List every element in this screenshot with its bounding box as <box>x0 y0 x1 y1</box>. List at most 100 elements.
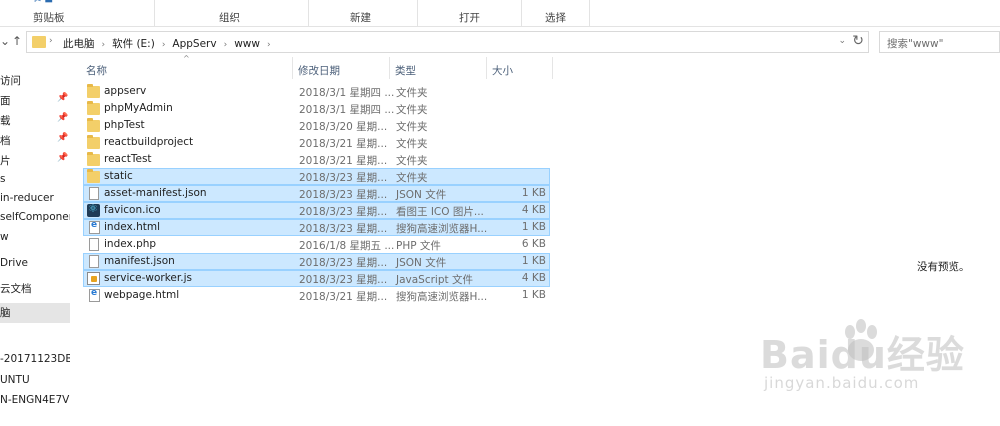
address-row: ⌄ ↑ › 此电脑 › 软件 (E:) › AppServ › www › ⌄ ↻ 搜索"ww… <box>0 27 1000 57</box>
file-row[interactable]: asset-manifest.json 2018/3/23 星期... JSON 文… <box>83 185 550 202</box>
file-name: reactbuildproject <box>104 136 194 148</box>
column-divider[interactable] <box>486 57 487 79</box>
nav-item-this-pc[interactable]: 脑 <box>0 303 70 323</box>
nav-item-w[interactable]: w <box>0 229 70 247</box>
chevron-right-icon[interactable]: › <box>224 40 228 50</box>
column-divider[interactable] <box>552 57 553 79</box>
watermark-url: jingyan.baidu.com <box>764 374 920 392</box>
folder-icon <box>87 152 100 166</box>
nav-item-reducer[interactable]: in-reducer <box>0 190 70 208</box>
file-name: index.html <box>104 221 160 233</box>
chevron-right-icon[interactable]: › <box>49 36 53 46</box>
breadcrumb: 此电脑 › 软件 (E:) › AppServ › www › <box>63 36 278 51</box>
column-header-date[interactable]: 修改日期 <box>298 63 340 78</box>
search-input[interactable]: 搜索"www" <box>879 31 1000 53</box>
file-row[interactable]: webpage.html 2018/3/21 星期... 搜狗高速浏览器H... 1 … <box>83 287 550 304</box>
file-size: 1 KB <box>521 221 546 233</box>
file-row[interactable]: phpTest 2018/3/20 星期... 文件夹 <box>83 117 550 134</box>
file-name: webpage.html <box>104 289 180 301</box>
chevron-right-icon[interactable]: › <box>162 40 166 50</box>
nav-item-documents[interactable]: 档 📌 <box>0 131 70 149</box>
file-row[interactable]: static 2018/3/23 星期... 文件夹 <box>83 168 550 185</box>
file-type: JSON 文件 <box>396 257 447 269</box>
search-placeholder: 搜索"www" <box>887 38 944 50</box>
file-name: favicon.ico <box>104 204 161 216</box>
file-icon <box>89 187 99 200</box>
file-icon <box>89 255 99 268</box>
column-headers: ^ 名称 修改日期 类型 大小 <box>80 54 555 79</box>
file-date: 2018/3/21 星期... <box>299 138 388 150</box>
column-divider[interactable] <box>292 57 293 79</box>
breadcrumb-this-pc[interactable]: 此电脑 <box>63 38 95 50</box>
column-divider[interactable] <box>389 57 390 79</box>
nav-item-network-pc-3[interactable]: N-ENGN4E7V1 <box>0 392 70 410</box>
file-row[interactable]: phpMyAdmin 2018/3/1 星期四 ... 文件夹 <box>83 100 550 117</box>
file-name: reactTest <box>104 153 152 165</box>
file-icon <box>89 238 99 251</box>
breadcrumb-www[interactable]: www <box>234 38 260 50</box>
js-icon <box>87 272 100 285</box>
file-row[interactable]: index.php 2016/1/8 星期五 ... PHP 文件 6 KB <box>83 236 550 253</box>
baidu-jingyan-watermark: Baidu经验 jingyan.baidu.com <box>760 318 964 408</box>
column-header-size[interactable]: 大小 <box>492 63 513 78</box>
chevron-down-icon[interactable]: ⌄ <box>0 34 10 48</box>
address-dropdown-icon[interactable]: ⌄ <box>838 36 846 46</box>
cut-icon[interactable]: ✂ ▬ <box>34 0 53 6</box>
breadcrumb-appserv[interactable]: AppServ <box>172 38 216 50</box>
file-name: static <box>104 170 133 182</box>
file-name: index.php <box>104 238 157 250</box>
ribbon-divider <box>417 0 418 26</box>
address-bar[interactable]: › 此电脑 › 软件 (E:) › AppServ › www › ⌄ ↻ <box>26 31 869 53</box>
file-size: 4 KB <box>521 204 546 216</box>
breadcrumb-drive-e[interactable]: 软件 (E:) <box>112 38 155 50</box>
file-row[interactable]: index.html 2018/3/23 星期... 搜狗高速浏览器H... 1 KB <box>83 219 550 236</box>
ribbon-group-organize: 组织 <box>219 12 240 24</box>
file-name: phpMyAdmin <box>104 102 173 114</box>
nav-item-network-pc-1[interactable]: -20171123DBA <box>0 351 70 369</box>
pin-icon: 📌 <box>57 133 69 143</box>
nav-item-s[interactable]: s <box>0 171 70 189</box>
pin-icon: 📌 <box>57 93 69 103</box>
ribbon-group-select: 选择 <box>545 12 566 24</box>
column-header-name[interactable]: 名称 <box>86 63 107 78</box>
refresh-icon[interactable]: ↻ <box>852 33 864 49</box>
file-row[interactable]: manifest.json 2018/3/23 星期... JSON 文件 1 KB <box>83 253 550 270</box>
folder-icon <box>87 118 100 132</box>
chevron-right-icon[interactable]: › <box>267 40 271 50</box>
nav-item-selfcomponent[interactable]: selfComponent <box>0 209 70 227</box>
nav-item-pictures[interactable]: 片 📌 <box>0 151 70 169</box>
chevron-right-icon[interactable]: › <box>102 40 106 50</box>
file-type: PHP 文件 <box>396 240 441 252</box>
favicon-icon <box>87 202 100 217</box>
ribbon-divider <box>308 0 309 26</box>
file-type: 文件夹 <box>396 104 428 116</box>
ribbon-group-clipboard: 剪贴板 <box>33 12 65 24</box>
file-type: 文件夹 <box>396 172 428 184</box>
file-size: 1 KB <box>521 187 546 199</box>
file-type: 文件夹 <box>396 121 428 133</box>
up-arrow-icon[interactable]: ↑ <box>12 34 22 48</box>
file-row[interactable]: service-worker.js 2018/3/23 星期... JavaScri… <box>83 270 550 287</box>
nav-item-desktop[interactable]: 面 📌 <box>0 91 70 109</box>
preview-pane-message: 没有预览。 <box>917 261 970 273</box>
file-date: 2018/3/23 星期... <box>299 274 388 286</box>
nav-item-onedrive[interactable]: Drive <box>0 255 70 273</box>
ribbon-group-new: 新建 <box>350 12 371 24</box>
file-date: 2018/3/23 星期... <box>299 257 388 269</box>
file-type: JavaScript 文件 <box>396 274 473 286</box>
folder-icon <box>87 135 100 149</box>
nav-item-downloads[interactable]: 载 📌 <box>0 111 70 129</box>
ribbon-divider <box>154 0 155 26</box>
nav-item-cloud-docs[interactable]: 云文档 <box>0 279 70 297</box>
file-date: 2018/3/23 星期... <box>299 223 388 235</box>
file-row[interactable]: appserv 2018/3/1 星期四 ... 文件夹 <box>83 83 550 100</box>
file-date: 2018/3/20 星期... <box>299 121 388 133</box>
file-row[interactable]: favicon.ico 2018/3/23 星期... 看图王 ICO 图片... 4… <box>83 202 550 219</box>
file-date: 2018/3/21 星期... <box>299 155 388 167</box>
file-row[interactable]: reactbuildproject 2018/3/21 星期... 文件夹 <box>83 134 550 151</box>
nav-item-quick-access[interactable]: 访问 <box>0 71 70 89</box>
nav-item-network-pc-2[interactable]: UNTU <box>0 372 70 390</box>
column-header-type[interactable]: 类型 <box>395 63 416 78</box>
file-size: 6 KB <box>521 238 546 250</box>
file-row[interactable]: reactTest 2018/3/21 星期... 文件夹 <box>83 151 550 168</box>
